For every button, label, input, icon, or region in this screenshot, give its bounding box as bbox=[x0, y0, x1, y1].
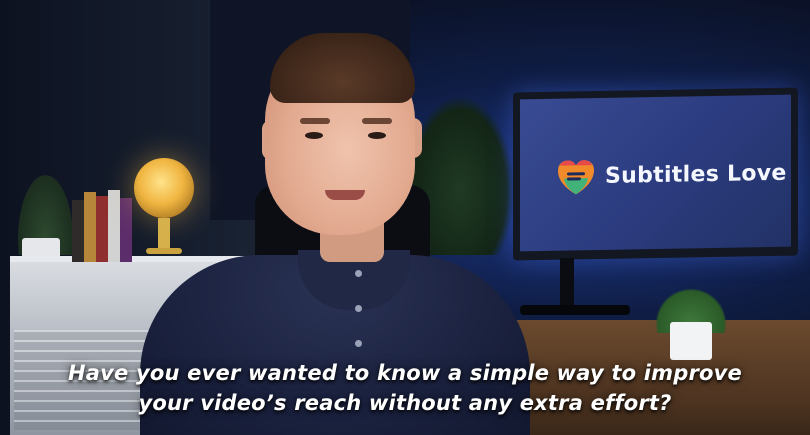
brand-text: Subtitles Love bbox=[605, 160, 787, 189]
subtitle-overlay: Have you ever wanted to know a simple wa… bbox=[0, 358, 810, 418]
shirt-button bbox=[355, 270, 362, 277]
person-mouth bbox=[325, 190, 365, 200]
subtitle-line-1: Have you ever wanted to know a simple wa… bbox=[68, 361, 742, 385]
book bbox=[96, 196, 108, 262]
book bbox=[120, 198, 132, 262]
monitor-screen: Subtitles Love bbox=[520, 94, 791, 252]
pot-right bbox=[670, 322, 712, 360]
book bbox=[84, 192, 96, 262]
person-brow bbox=[300, 118, 330, 124]
globe-lamp bbox=[134, 158, 194, 218]
shirt-button bbox=[355, 340, 362, 347]
person-eye bbox=[368, 132, 386, 139]
monitor-stand-base bbox=[520, 305, 630, 315]
globe-stand bbox=[158, 218, 170, 252]
globe-base bbox=[146, 248, 182, 254]
subtitle-line-2: your video’s reach without any extra eff… bbox=[138, 391, 672, 415]
book bbox=[108, 190, 120, 262]
video-frame[interactable]: Subtitles Love Have you ever wanted to k… bbox=[0, 0, 810, 435]
person-hair bbox=[270, 33, 415, 103]
shirt-button bbox=[355, 305, 362, 312]
person-brow bbox=[362, 118, 392, 124]
heart-speech-logo-icon bbox=[558, 160, 594, 195]
person-eye bbox=[305, 132, 323, 139]
book bbox=[72, 200, 84, 262]
monitor: Subtitles Love bbox=[513, 87, 798, 261]
